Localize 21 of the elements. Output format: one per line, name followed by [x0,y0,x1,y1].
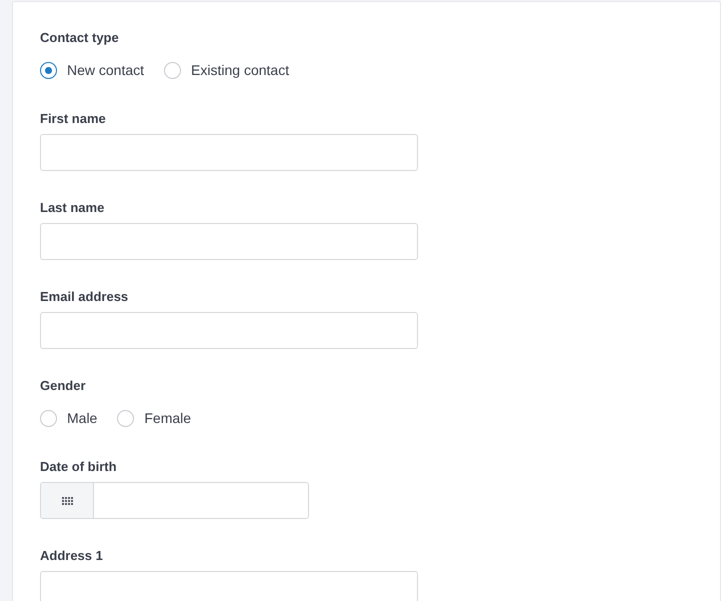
radio-label: New contact [67,60,144,80]
field-label: Date of birth [40,458,118,476]
radio-button[interactable] [117,410,134,426]
text-field[interactable] [40,134,418,171]
radio-label: Male [67,408,98,428]
radio-label: Existing contact [191,60,290,80]
radio-button[interactable] [40,410,57,426]
field-label: First name [40,110,107,128]
date-field[interactable] [40,482,309,519]
text-field[interactable] [40,571,418,601]
field-label: Gender [40,377,87,395]
radio-button[interactable] [40,62,57,78]
radio-button[interactable] [164,62,182,78]
field-label: Contact type [40,29,120,47]
field-label: Address 1 [40,547,104,565]
field-label: Email address [40,288,130,306]
field-label: Last name [40,199,106,217]
radio-label: Female [144,408,192,428]
calendar-icon [62,496,72,504]
text-field[interactable] [40,223,418,260]
text-field[interactable] [40,312,418,349]
